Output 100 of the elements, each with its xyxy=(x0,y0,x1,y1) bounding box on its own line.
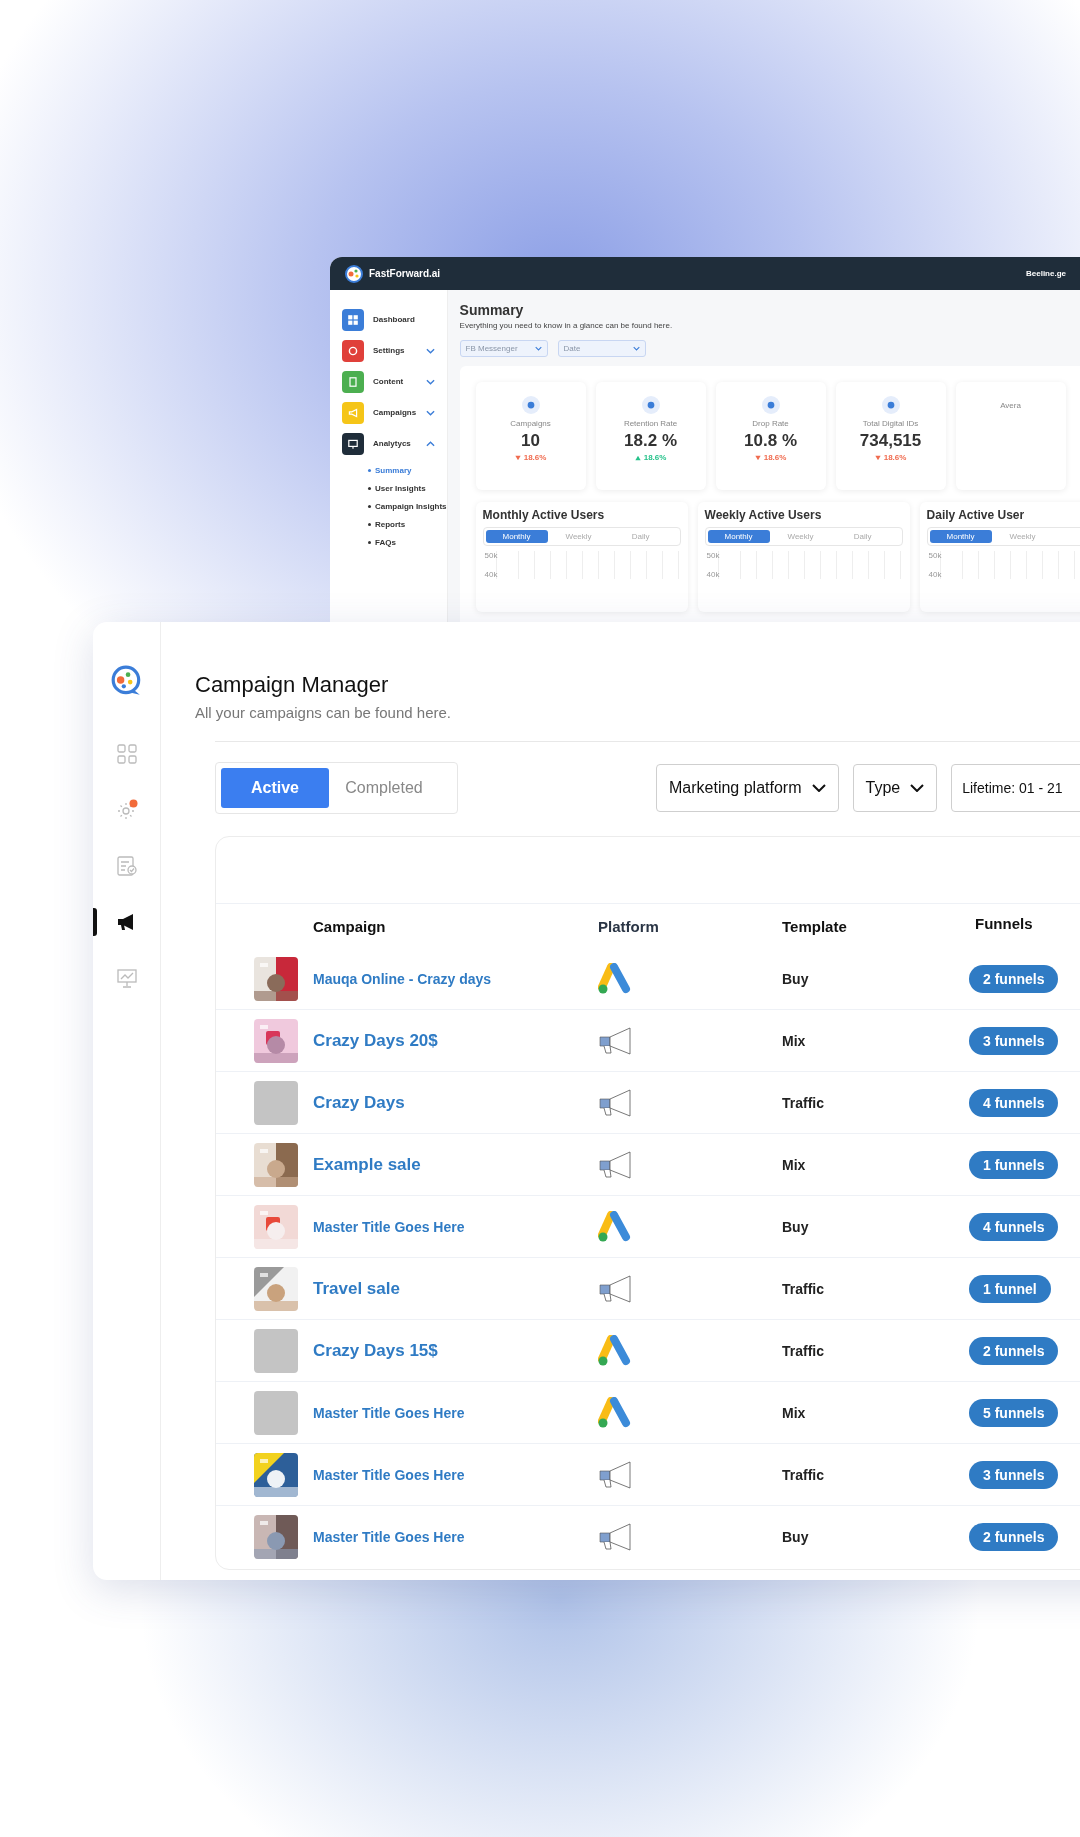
campaign-link[interactable]: Master Title Goes Here xyxy=(313,1218,598,1235)
kpi-label: Campaigns xyxy=(510,419,551,428)
megaphone-icon xyxy=(598,1458,634,1491)
period-tab[interactable]: Monthly xyxy=(929,530,992,543)
grid-icon[interactable] xyxy=(114,742,139,766)
sidebar-item[interactable]: Dashboard xyxy=(330,304,447,335)
template-cell-text: Mix xyxy=(782,1404,807,1421)
funnels-badge[interactable]: 4 funnels xyxy=(969,1088,1059,1117)
filter-dropdown[interactable]: Type xyxy=(852,764,938,812)
period-tab[interactable]: Weekly xyxy=(769,530,832,543)
kpi-label: Avera xyxy=(1000,401,1021,410)
bullet-icon xyxy=(368,486,371,490)
template-cell-text: Mix xyxy=(782,1032,807,1049)
bullet-icon xyxy=(368,522,371,526)
campaign-link[interactable]: Crazy Days 15$ xyxy=(313,1340,598,1361)
campaign-link[interactable]: Example sale xyxy=(313,1154,598,1175)
period-tab[interactable]: Weekly xyxy=(991,530,1054,543)
kpi-label: Retention Rate xyxy=(623,419,678,428)
chevron-icon xyxy=(425,409,435,416)
period-tab[interactable]: Monthly xyxy=(485,530,548,543)
campaign-link[interactable]: Crazy Days xyxy=(313,1092,598,1113)
board-icon[interactable] xyxy=(114,966,139,990)
sidebar-item[interactable]: Campaigns xyxy=(330,397,447,428)
axis-tick: 40k xyxy=(928,570,943,579)
period-tab[interactable]: Monthly xyxy=(707,530,770,543)
kpi-value: 734,515 xyxy=(859,431,922,451)
template-cell-text: Traffic xyxy=(782,1466,825,1483)
bullet-icon xyxy=(368,540,371,544)
template-cell-text: Traffic xyxy=(782,1280,825,1297)
funnels-badge[interactable]: 3 funnels xyxy=(969,1026,1059,1055)
filter-dropdown[interactable]: Date xyxy=(557,340,646,357)
status-tab[interactable]: Active xyxy=(221,768,329,808)
page-title: Campaign Manager xyxy=(195,672,390,698)
funnels-badge[interactable]: 2 funnels xyxy=(969,1522,1059,1551)
sidebar-item[interactable]: Settings xyxy=(330,335,447,366)
kpi-value: 10.8 % xyxy=(744,431,798,451)
campaign-link[interactable]: Master Title Goes Here xyxy=(313,1466,598,1483)
column-header: Campaign xyxy=(313,917,387,935)
checklist-icon[interactable] xyxy=(114,854,139,878)
status-tab[interactable]: Completed xyxy=(329,768,439,808)
image-placeholder xyxy=(254,1080,298,1125)
kpi-value: 10 xyxy=(521,431,540,451)
template-cell-text: Traffic xyxy=(782,1094,825,1111)
axis-tick: 50k xyxy=(706,551,721,560)
campaign-link[interactable]: Master Title Goes Here xyxy=(313,1528,598,1545)
image-placeholder xyxy=(254,1390,298,1435)
metric-icon xyxy=(641,396,660,414)
megaphone-icon xyxy=(598,1520,634,1553)
filter-dropdown[interactable]: Marketing platform xyxy=(656,764,839,812)
funnels-badge[interactable]: 4 funnels xyxy=(969,1212,1059,1241)
template-cell-text: Buy xyxy=(782,1528,810,1545)
kpi-change: 18.6% xyxy=(643,453,667,462)
megaphone-icon xyxy=(598,1086,634,1119)
template-cell-text: Buy xyxy=(782,1218,810,1235)
campaign-link[interactable]: Mauqa Online - Crazy days xyxy=(313,970,598,987)
chart-title: Monthly Active Users xyxy=(482,508,606,522)
kpi-label: Total Digital IDs xyxy=(862,419,919,428)
funnels-badge[interactable]: 1 funnels xyxy=(969,1150,1059,1179)
funnels-badge[interactable]: 3 funnels xyxy=(969,1460,1059,1489)
megaphone-icon xyxy=(598,1024,634,1057)
kpi-change: 18.6% xyxy=(763,453,787,462)
page-subtitle: Everything you need to know in a glance can be found here. xyxy=(459,321,674,330)
funnels-badge[interactable]: 2 funnels xyxy=(969,1336,1059,1365)
kpi-label: Drop Rate xyxy=(752,419,789,428)
axis-tick: 50k xyxy=(484,551,499,560)
submenu-item[interactable]: Reports xyxy=(375,519,406,529)
image-placeholder xyxy=(254,1328,298,1373)
bullet-icon xyxy=(368,468,371,472)
axis-tick: 40k xyxy=(706,570,721,579)
funnels-badge[interactable]: 1 funnel xyxy=(969,1274,1051,1303)
brand-name: FastForward.ai xyxy=(369,268,441,279)
submenu-item[interactable]: Campaign Insights xyxy=(375,501,447,511)
chevron-icon xyxy=(425,347,435,354)
filter-dropdown[interactable]: FB Messenger xyxy=(459,340,548,357)
kpi-value: 18.2 % xyxy=(624,431,678,451)
metric-icon xyxy=(881,396,900,414)
account-name: Beeline.ge xyxy=(1026,269,1066,278)
metric-icon xyxy=(761,396,780,414)
period-tab[interactable]: Daily xyxy=(609,530,672,543)
sidebar-item[interactable]: Analytycs xyxy=(330,428,447,459)
funnels-badge[interactable]: 2 funnels xyxy=(969,964,1059,993)
sidebar-item[interactable]: Content xyxy=(330,366,447,397)
campaign-link[interactable]: Crazy Days 20$ xyxy=(313,1030,598,1051)
chevron-icon xyxy=(910,784,925,792)
campaign-link[interactable]: Travel sale xyxy=(313,1278,598,1299)
axis-tick: 50k xyxy=(928,551,943,560)
submenu-item[interactable]: FAQs xyxy=(375,537,396,547)
page-title: Summary xyxy=(459,302,525,318)
kpi-change: 18.6% xyxy=(523,453,547,462)
period-tab[interactable]: Daily xyxy=(831,530,894,543)
chevron-icon xyxy=(425,378,435,385)
campaign-link[interactable]: Master Title Goes Here xyxy=(313,1404,598,1421)
chevron-icon xyxy=(632,346,640,351)
funnels-badge[interactable]: 5 funnels xyxy=(969,1398,1059,1427)
period-tab[interactable]: Weekly xyxy=(547,530,610,543)
submenu-item[interactable]: User Insights xyxy=(375,483,426,493)
filter-dropdown[interactable]: Lifetime: 01 - 21 xyxy=(951,764,1080,812)
submenu-item[interactable]: Summary xyxy=(375,465,412,475)
megaphone-icon xyxy=(598,1272,634,1305)
axis-tick: 40k xyxy=(484,570,499,579)
